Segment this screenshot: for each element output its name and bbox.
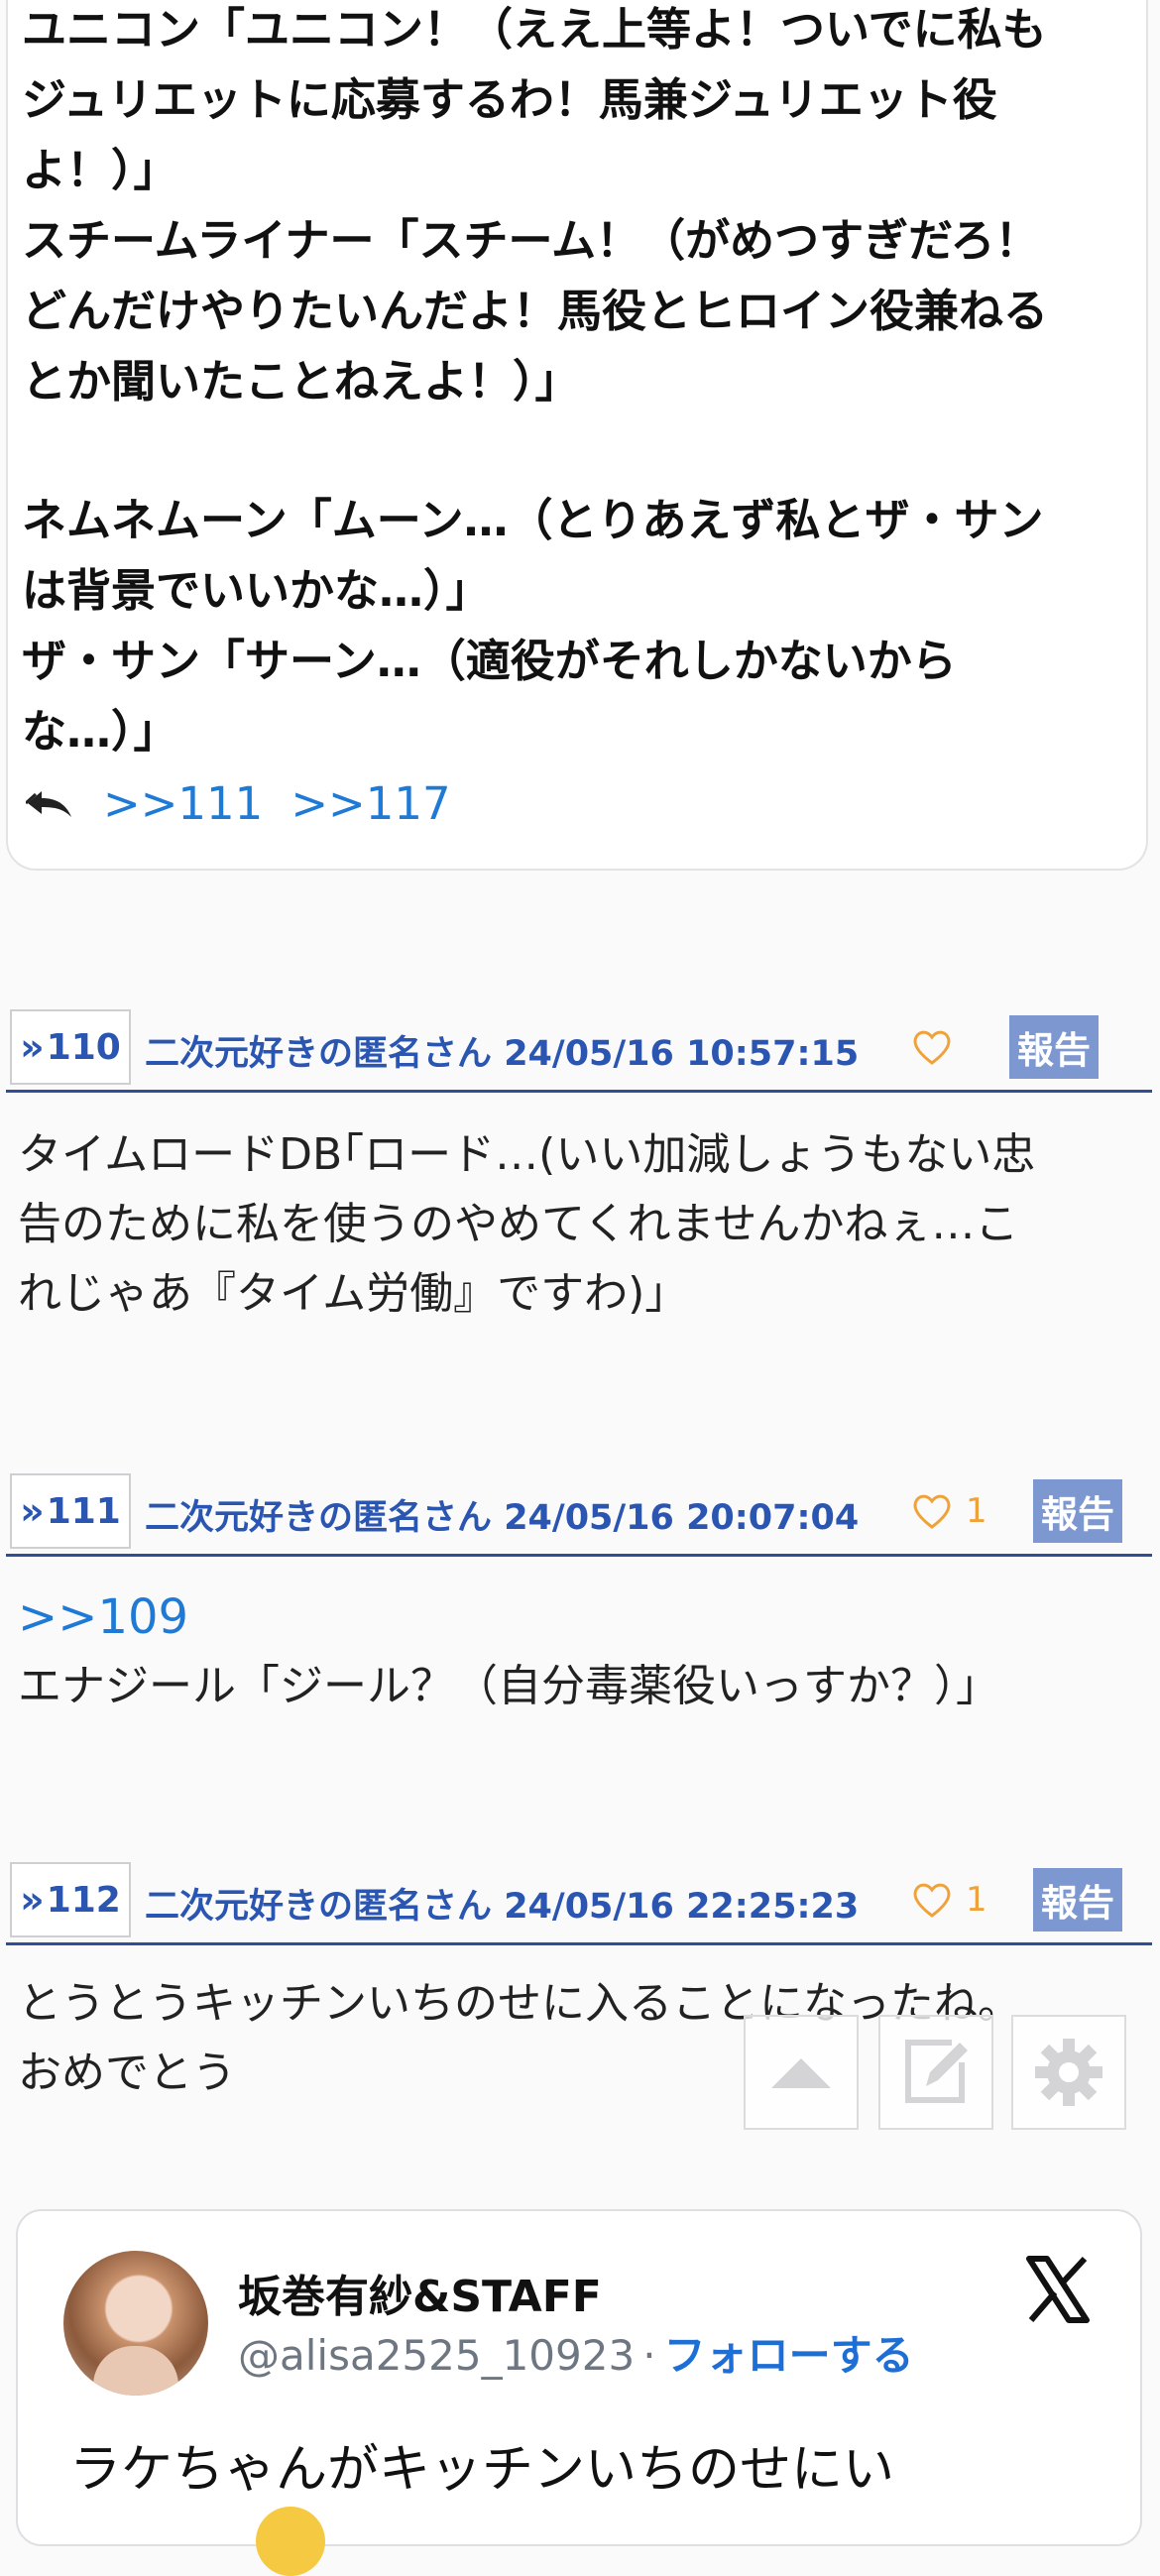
- gear-icon: [1035, 2039, 1102, 2106]
- post-meta: 二次元好きの匿名さん 24/05/16 10:57:15: [145, 1025, 859, 1076]
- post-number[interactable]: » 110: [10, 1009, 131, 1085]
- embedded-x-post[interactable]: 坂巻有紗&STAFF @alisa2525_10923 · フォローする ラケちゃん…: [16, 2209, 1142, 2576]
- edit-icon: [905, 2040, 968, 2103]
- post-body: とうとうキッチンいちのせに入ることになったね。 おめでとう: [18, 1969, 1021, 2108]
- post-line: ザ・サン「サーン…（適役がそれしかないから: [22, 635, 957, 687]
- reply-link[interactable]: >>111: [103, 777, 263, 830]
- post-line: ユニコン「ユニコン！（ええ上等よ！ついでに私も: [22, 3, 1047, 56]
- post-datetime: 24/05/16 20:07:04: [504, 1498, 860, 1538]
- post-number[interactable]: » 112: [10, 1862, 131, 1937]
- heart-icon: [913, 1883, 951, 1918]
- post-body: ユニコン「ユニコン！（ええ上等よ！ついでに私も ジュリエットに応募するわ！馬兼ジ…: [22, 0, 1132, 766]
- post-line: とうとうキッチンいちのせに入ることになったね。: [18, 1978, 1021, 2029]
- like-button[interactable]: [910, 1027, 966, 1067]
- x-logo-icon[interactable]: [1023, 2255, 1093, 2324]
- post-line: ネムネムーン「ムーン…（とりあえず私とザ・サン: [22, 494, 1044, 546]
- like-count: 1: [966, 1491, 987, 1531]
- post-line: な…）」: [22, 705, 178, 758]
- emoji-icon: [256, 2507, 325, 2576]
- heart-icon: [913, 1030, 951, 1065]
- embed-text: ラケちゃんがキッチンいちのせにい: [69, 2440, 895, 2500]
- reply-reference-link[interactable]: >>109: [18, 1582, 999, 1652]
- chevron-right-icon: »: [20, 1878, 45, 1922]
- post-header: » 111 二次元好きの匿名さん 24/05/16 20:07:04 1 報告: [6, 1471, 1152, 1557]
- post-header: » 112 二次元好きの匿名さん 24/05/16 22:25:23 1 報告: [6, 1860, 1152, 1945]
- post-body: タイムロードDB｢ロード…(いい加減しょうもない忠 告のために私を使うのやめてく…: [18, 1120, 1035, 1329]
- report-button[interactable]: 報告: [1009, 1015, 1099, 1079]
- post-card: ユニコン「ユニコン！（ええ上等よ！ついでに私も ジュリエットに応募するわ！馬兼ジ…: [6, 0, 1148, 871]
- post-meta: 二次元好きの匿名さん 24/05/16 20:07:04: [145, 1489, 859, 1540]
- heart-icon: [913, 1494, 951, 1529]
- avatar[interactable]: [63, 2251, 208, 2396]
- settings-button[interactable]: [1011, 2015, 1126, 2130]
- embed-author-handle: @alisa2525_10923 · フォローする: [238, 2322, 914, 2383]
- post-line: どんだけやりたいんだよ！馬役とヒロイン役兼ねる: [22, 285, 1049, 337]
- post-body: >>109 エナジール「ジール？（自分毒薬役いっすか？）」: [18, 1582, 999, 1721]
- reply-links: >>111 >>117: [26, 773, 479, 833]
- poster-name: 二次元好きの匿名さん: [145, 1498, 493, 1538]
- post-line: おめでとう: [18, 2048, 236, 2098]
- arrow-up-icon: [771, 2058, 831, 2088]
- post-datetime: 24/05/16 22:25:23: [504, 1887, 860, 1927]
- post-datetime: 24/05/16 10:57:15: [504, 1034, 860, 1074]
- reply-all-icon[interactable]: [26, 783, 73, 823]
- separator: ·: [642, 2331, 656, 2380]
- scroll-top-button[interactable]: [744, 2015, 859, 2130]
- like-count: 1: [966, 1880, 987, 1920]
- like-button[interactable]: 1: [910, 1880, 987, 1920]
- like-button[interactable]: 1: [910, 1491, 987, 1531]
- post-line: 告のために私を使うのやめてくれませんかねぇ…こ: [18, 1199, 1019, 1249]
- report-button[interactable]: 報告: [1033, 1868, 1122, 1932]
- post-line: スチームライナー「スチーム！（がめつすぎだろ！: [22, 214, 1040, 267]
- post-line: よ！）」: [22, 144, 178, 196]
- post-line: は背景でいいかな…）」: [22, 564, 491, 617]
- post-line: ジュリエットに応募するわ！馬兼ジュリエット役: [22, 73, 997, 126]
- chevron-right-icon: »: [20, 1489, 45, 1533]
- post-number[interactable]: » 111: [10, 1473, 131, 1549]
- reply-link[interactable]: >>117: [290, 777, 450, 830]
- post-line: れじゃあ『タイム労働』ですわ)｣: [18, 1268, 667, 1319]
- poster-name: 二次元好きの匿名さん: [145, 1887, 493, 1927]
- follow-link[interactable]: フォローする: [664, 2331, 914, 2380]
- embed-author-name[interactable]: 坂巻有紗&STAFF: [238, 2261, 602, 2324]
- post-header: » 110 二次元好きの匿名さん 24/05/16 10:57:15 報告: [6, 1007, 1152, 1093]
- poster-name: 二次元好きの匿名さん: [145, 1034, 493, 1074]
- post-line: エナジール「ジール？（自分毒薬役いっすか？）」: [18, 1661, 999, 1711]
- handle-text: @alisa2525_10923: [238, 2331, 636, 2380]
- report-button[interactable]: 報告: [1033, 1479, 1122, 1543]
- post-line: とか聞いたことねえよ！）」: [22, 355, 580, 408]
- write-button[interactable]: [878, 2015, 993, 2130]
- post-meta: 二次元好きの匿名さん 24/05/16 22:25:23: [145, 1878, 859, 1929]
- chevron-right-icon: »: [20, 1025, 45, 1069]
- post-line: タイムロードDB｢ロード…(いい加減しょうもない忠: [18, 1129, 1036, 1180]
